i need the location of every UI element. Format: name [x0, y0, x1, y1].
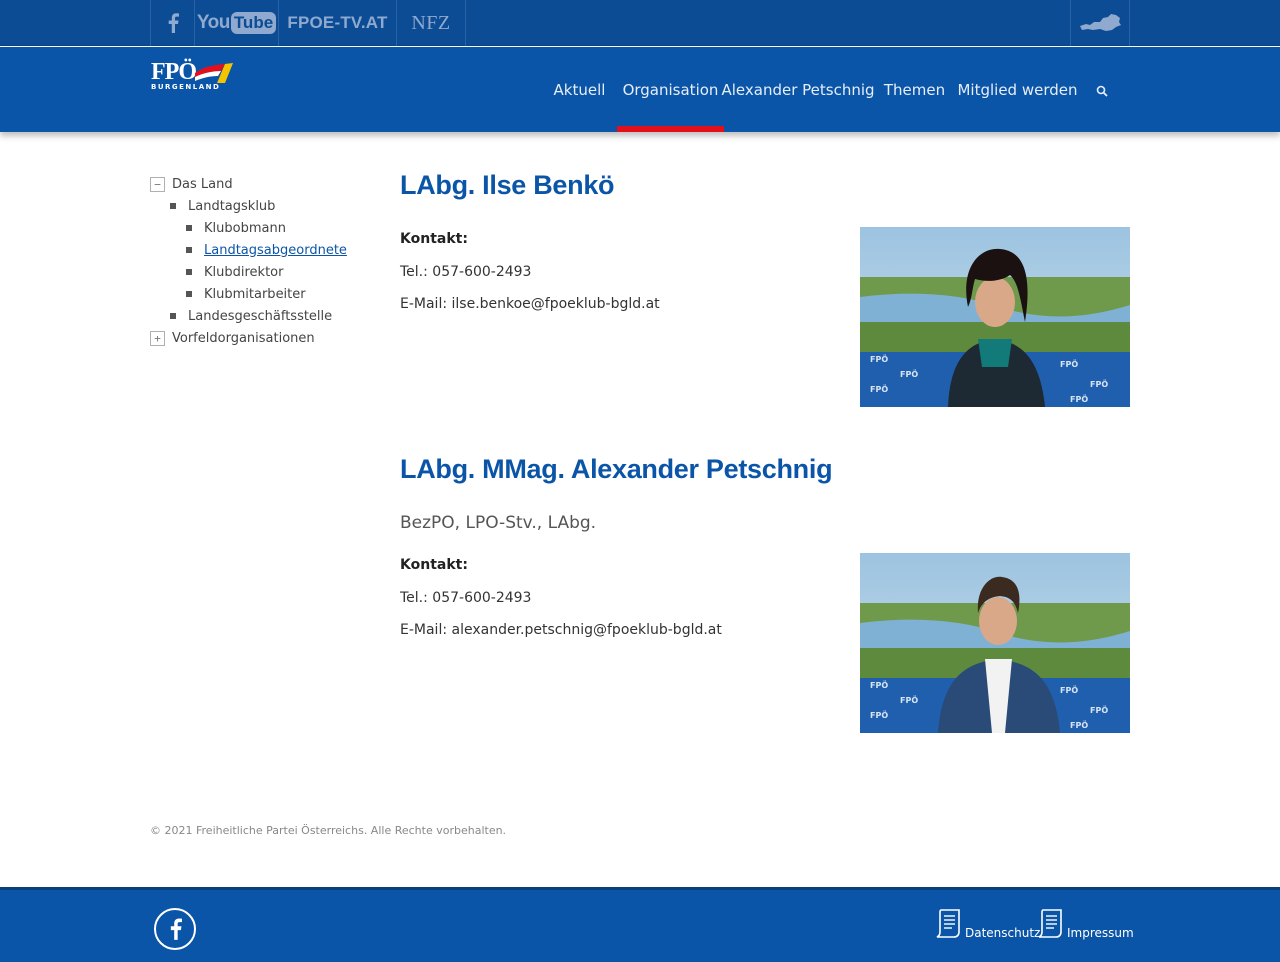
svg-text:FPÖ: FPÖ	[1070, 720, 1088, 730]
top-social-bar: You Tube FPOE-TV.AT NFZ	[0, 0, 1280, 46]
collapse-toggle[interactable]: −	[150, 176, 165, 192]
svg-text:FPÖ: FPÖ	[870, 384, 888, 394]
tree-item-label[interactable]: Vorfeldorganisationen	[172, 331, 315, 346]
tree-item-landesgeschaeftsstelle[interactable]: Landesgeschäftsstelle	[170, 306, 332, 326]
nav-label: Alexander Petschnig	[721, 80, 875, 99]
fpoe-tv-logo: FPOE-TV.AT	[287, 13, 388, 32]
facebook-icon	[170, 918, 182, 940]
footer-facebook-link[interactable]	[154, 908, 196, 950]
svg-text:FPÖ: FPÖ	[900, 369, 918, 379]
tree-item-label[interactable]: Landtagsklub	[188, 199, 275, 214]
nfz-logo: NFZ	[411, 11, 451, 34]
footer-link-label: Datenschutz	[965, 926, 1041, 940]
svg-text:FPÖ: FPÖ	[1060, 685, 1078, 695]
tree-item-vorfeldorganisationen[interactable]: + Vorfeldorganisationen	[150, 328, 315, 348]
nav-label: Aktuell	[553, 80, 606, 99]
phone-number: Tel.: 057-600-2493	[400, 590, 532, 606]
document-scroll-icon	[936, 909, 960, 938]
person-photo-benkoe: FPÖ FPÖ FPÖ FPÖ FPÖ FPÖ	[860, 227, 1130, 407]
tree-item-label[interactable]: Klubmitarbeiter	[204, 287, 306, 302]
email-address[interactable]: E-Mail: ilse.benkoe@fpoeklub-bgld.at	[400, 296, 660, 312]
logo-text: FPÖ	[151, 59, 197, 85]
nav-mitglied-werden[interactable]: Mitglied werden	[957, 47, 1078, 132]
tree-item-label[interactable]: Klubdirektor	[204, 265, 283, 280]
kontakt-label: Kontakt:	[400, 231, 468, 247]
tree-item-label[interactable]: Das Land	[172, 177, 233, 192]
bullet-icon	[186, 225, 192, 231]
fpoe-tv-link[interactable]: FPOE-TV.AT	[278, 0, 396, 46]
bullet-icon	[170, 203, 176, 209]
site-footer: Datenschutz Impressum	[0, 887, 1280, 962]
nav-label: Themen	[883, 80, 946, 99]
bullet-icon	[186, 247, 192, 253]
bullet-icon	[186, 291, 192, 297]
impressum-link[interactable]: Impressum	[1035, 908, 1134, 940]
nav-themen[interactable]: Themen	[882, 47, 947, 132]
person-photo-petschnig: FPÖ FPÖ FPÖ FPÖ FPÖ FPÖ	[860, 553, 1130, 733]
nav-label: Organisation	[622, 80, 719, 99]
person-name: LAbg. MMag. Alexander Petschnig	[400, 454, 833, 484]
person-name: LAbg. Ilse Benkö	[400, 170, 615, 200]
person-role: BezPO, LPO-Stv., LAbg.	[400, 513, 597, 533]
tree-item-klubmitarbeiter[interactable]: Klubmitarbeiter	[186, 284, 306, 304]
document-scroll-icon	[1038, 909, 1062, 938]
facebook-icon	[168, 13, 179, 33]
youtube-logo: You Tube	[197, 12, 277, 34]
svg-text:FPÖ: FPÖ	[870, 680, 888, 690]
tree-item-label[interactable]: Klubobmann	[204, 221, 286, 236]
fpoe-burgenland-logo[interactable]: FPÖ BURGENLAND	[151, 59, 235, 93]
tree-item-das-land[interactable]: − Das Land	[150, 174, 233, 194]
phone-number: Tel.: 057-600-2493	[400, 264, 532, 280]
austria-map-link[interactable]	[1070, 0, 1130, 46]
nav-aktuell[interactable]: Aktuell	[552, 47, 607, 132]
bullet-icon	[186, 269, 192, 275]
logo-subtitle: BURGENLAND	[151, 83, 221, 91]
footer-link-label: Impressum	[1067, 926, 1134, 940]
expand-toggle[interactable]: +	[150, 330, 165, 346]
bullet-icon	[170, 313, 176, 319]
svg-text:FPÖ: FPÖ	[870, 354, 888, 364]
youtube-link[interactable]: You Tube	[194, 0, 278, 46]
flag-swoosh-icon	[195, 63, 233, 83]
svg-text:FPÖ: FPÖ	[1070, 394, 1088, 404]
nav-organisation[interactable]: Organisation	[617, 47, 724, 132]
austria-map-icon	[1080, 14, 1121, 31]
svg-text:FPÖ: FPÖ	[870, 710, 888, 720]
main-header: FPÖ BURGENLAND Aktuell Organisation Alex…	[0, 47, 1280, 132]
svg-text:FPÖ: FPÖ	[1090, 705, 1108, 715]
tree-item-landtagsklub[interactable]: Landtagsklub	[170, 196, 275, 216]
datenschutz-link[interactable]: Datenschutz	[933, 908, 1040, 940]
svg-text:FPÖ: FPÖ	[1090, 379, 1108, 389]
tree-item-klubobmann[interactable]: Klubobmann	[186, 218, 286, 238]
svg-text:FPÖ: FPÖ	[900, 695, 918, 705]
kontakt-label: Kontakt:	[400, 557, 468, 573]
tree-item-label-current[interactable]: Landtagsabgeordnete	[204, 243, 347, 258]
facebook-link[interactable]	[150, 0, 194, 46]
copyright-text: © 2021 Freiheitliche Partei Österreichs.…	[150, 824, 507, 837]
tree-item-klubdirektor[interactable]: Klubdirektor	[186, 262, 283, 282]
email-address[interactable]: E-Mail: alexander.petschnig@fpoeklub-bgl…	[400, 622, 722, 638]
search-icon[interactable]	[1096, 85, 1108, 97]
svg-text:FPÖ: FPÖ	[1060, 359, 1078, 369]
nfz-link[interactable]: NFZ	[396, 0, 466, 46]
nav-alexander-petschnig[interactable]: Alexander Petschnig	[721, 47, 874, 132]
tree-item-landtagsabgeordnete[interactable]: Landtagsabgeordnete	[186, 240, 347, 260]
nav-label: Mitglied werden	[957, 80, 1078, 99]
active-nav-indicator	[617, 126, 724, 132]
tree-item-label[interactable]: Landesgeschäftsstelle	[188, 309, 332, 324]
